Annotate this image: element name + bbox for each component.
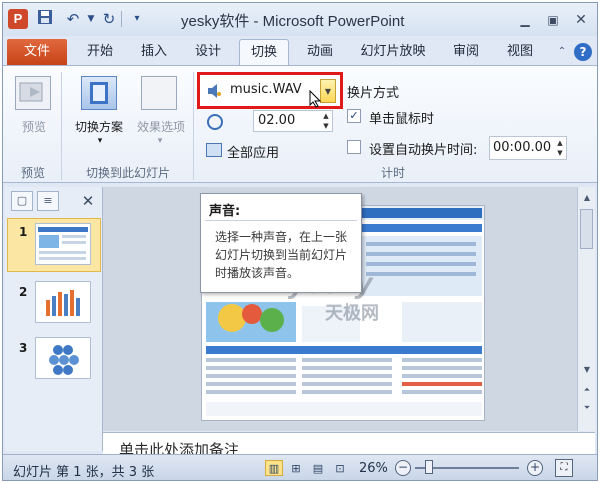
quick-access-separator (121, 11, 122, 27)
zoom-out-icon[interactable]: − (395, 460, 411, 476)
help-icon[interactable]: ? (574, 43, 592, 61)
normal-view-icon[interactable]: ▥ (265, 460, 283, 476)
customize-quick-access-icon[interactable]: ▾ (127, 9, 147, 29)
minimize-ribbon-icon[interactable]: ⌃ (555, 46, 569, 58)
fit-to-window-icon[interactable]: ⛶ (555, 459, 573, 477)
reading-view-icon[interactable]: ▤ (309, 460, 327, 476)
slide-thumbnail-3[interactable] (35, 337, 91, 379)
close-icon[interactable]: ✕ (571, 11, 591, 29)
group-separator (193, 72, 194, 180)
tab-slideshow[interactable]: 幻灯片放映 (351, 39, 435, 65)
tooltip-divider (205, 220, 357, 221)
auto-after-label: 设置自动换片时间: (369, 143, 478, 158)
duration-input[interactable]: 02.00 ▲ ▼ (253, 110, 333, 132)
transition-scheme-button[interactable]: 切换方案 (69, 118, 129, 135)
transition-group-label: 切换到此幻灯片 (85, 166, 170, 180)
slide-thumbnail-2[interactable] (35, 281, 91, 323)
tab-insert[interactable]: 插入 (131, 39, 177, 65)
outline-tab-icon[interactable]: ≡ (37, 191, 59, 211)
slides-pane: ▢ ≡ ✕ 1 2 3 (5, 187, 103, 451)
effect-options-button[interactable]: 效果选项 (131, 118, 191, 135)
sound-value: music.WAV (230, 82, 302, 97)
switch-mode-title: 换片方式 (347, 86, 400, 101)
powerpoint-window: P ↶ ▼ ↻ ▾ yesky软件 - Microsoft PowerPoint… (2, 2, 598, 481)
slides-tab-icon[interactable]: ▢ (11, 191, 33, 211)
scroll-down-icon[interactable]: ▼ (580, 363, 594, 377)
apply-all-icon (206, 143, 222, 157)
preview-button[interactable]: 预览 (17, 118, 51, 135)
zoom-level[interactable]: 26% (359, 461, 388, 476)
slide-thumbnail-1[interactable] (35, 223, 91, 265)
auto-time-spinner[interactable]: ▲ ▼ (554, 138, 566, 158)
sound-icon (206, 82, 222, 100)
auto-time-input[interactable]: 00:00.00 ▲ ▼ (489, 136, 567, 160)
sound-select[interactable]: music.WAV ▼ (197, 72, 343, 109)
undo-dropdown-icon[interactable]: ▼ (81, 9, 101, 29)
slide-counter: 幻灯片 第 1 张，共 3 张 (13, 465, 155, 480)
status-bar: 幻灯片 第 1 张，共 3 张 ▥ ⊞ ▤ ⊡ 26% − + ⛶ (3, 454, 597, 480)
sound-dropdown-icon[interactable]: ▼ (320, 79, 336, 103)
transition-scheme-icon[interactable] (81, 76, 117, 110)
group-separator (61, 72, 62, 180)
on-click-checkbox[interactable]: ✓ (347, 109, 361, 123)
ribbon-tabs: 文件 开始 插入 设计 切换 动画 幻灯片放映 审阅 视图 ⌃ ? (3, 36, 597, 66)
restore-icon[interactable]: ▣ (543, 11, 563, 29)
tooltip-body: 选择一种声音，在上一张幻灯片切换到当前幻灯片时播放该声音。 (215, 230, 348, 280)
zoom-slider-thumb[interactable] (425, 460, 433, 474)
tab-transitions[interactable]: 切换 (239, 39, 289, 65)
effect-options-dropdown-icon[interactable]: ▾ (155, 136, 165, 146)
zoom-in-icon[interactable]: + (527, 460, 543, 476)
tooltip-title: 声音: (209, 204, 241, 219)
mouse-cursor-icon (309, 89, 322, 112)
on-click-label: 单击鼠标时 (369, 112, 435, 127)
close-pane-icon[interactable]: ✕ (79, 191, 97, 211)
tab-animations[interactable]: 动画 (297, 39, 343, 65)
undo-icon[interactable]: ↶ (63, 9, 83, 29)
slide-sorter-icon[interactable]: ⊞ (287, 460, 305, 476)
watermark-subtext: 天极网 (325, 303, 379, 324)
ribbon: 预览 预览 切换方案 ▾ 效果选项 ▾ 切换到此幻灯片 music.WAV ▼ … (3, 65, 597, 183)
tab-file[interactable]: 文件 (7, 39, 67, 65)
notes-pane[interactable]: 单击此处添加备注 (103, 432, 595, 454)
slide-number: 3 (19, 341, 28, 355)
next-slide-icon[interactable]: ⏷ (580, 401, 594, 415)
timing-group-label: 计时 (380, 166, 405, 180)
tab-review[interactable]: 审阅 (443, 39, 489, 65)
notes-placeholder: 单击此处添加备注 (119, 441, 240, 454)
redo-icon[interactable]: ↻ (99, 9, 119, 29)
previous-slide-icon[interactable]: ⏶ (580, 383, 594, 397)
save-icon[interactable] (35, 9, 55, 29)
scroll-up-icon[interactable]: ▲ (580, 191, 594, 205)
apply-all-button[interactable]: 全部应用 (227, 142, 279, 161)
auto-after-checkbox[interactable] (347, 140, 361, 154)
powerpoint-app-icon[interactable]: P (8, 9, 28, 29)
minimize-icon[interactable]: ▁ (515, 11, 535, 29)
preview-group-label: 预览 (20, 166, 45, 180)
title-bar: P ↶ ▼ ↻ ▾ yesky软件 - Microsoft PowerPoint… (3, 3, 597, 36)
scroll-thumb[interactable] (580, 209, 593, 249)
effect-options-icon[interactable] (141, 76, 177, 110)
vertical-scrollbar[interactable]: ▲ ▼ ⏶ ⏷ (577, 187, 595, 431)
duration-value: 02.00 (258, 113, 296, 128)
slide-number: 2 (19, 285, 28, 299)
tab-design[interactable]: 设计 (185, 39, 231, 65)
sound-tooltip: 声音: 选择一种声音，在上一张幻灯片切换到当前幻灯片时播放该声音。 (200, 193, 362, 293)
tab-home[interactable]: 开始 (77, 39, 123, 65)
slideshow-view-icon[interactable]: ⊡ (331, 460, 349, 476)
duration-icon (207, 114, 223, 130)
auto-time-value: 00:00.00 (493, 140, 552, 155)
tab-view[interactable]: 视图 (497, 39, 543, 65)
window-title: yesky软件 - Microsoft PowerPoint (181, 13, 405, 30)
preview-icon[interactable] (15, 76, 51, 110)
duration-spinner[interactable]: ▲ ▼ (320, 111, 332, 131)
slide-number: 1 (19, 225, 28, 239)
transition-scheme-dropdown-icon[interactable]: ▾ (95, 136, 105, 146)
